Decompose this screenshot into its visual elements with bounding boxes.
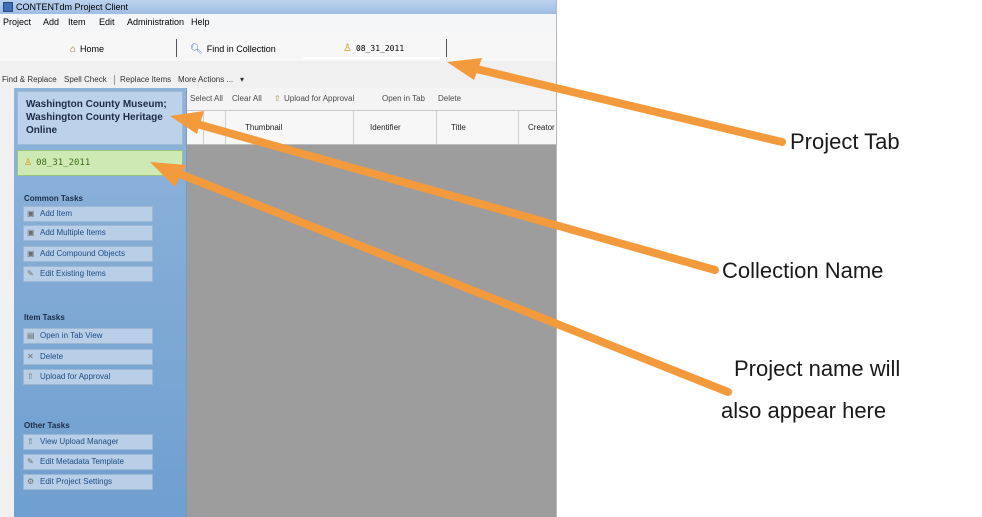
tab-divider (446, 39, 447, 57)
chevron-down-icon: ▾ (240, 75, 245, 84)
add-multiple-items-button[interactable]: ▣ Add Multiple Items (23, 225, 153, 241)
menu-help[interactable]: Help (191, 14, 210, 31)
delete-grid-button[interactable]: Delete (438, 88, 461, 110)
open-in-tab-view-button[interactable]: ▤ Open in Tab View (23, 328, 153, 344)
spell-check-button[interactable]: Spell Check (64, 72, 107, 88)
common-tasks-heading: Common Tasks (24, 194, 83, 203)
menu-add[interactable]: Add (43, 14, 59, 31)
tab-find-in-collection[interactable]: 🔍︎ Find in Collection (190, 39, 276, 59)
replace-items-button[interactable]: Replace Items (120, 72, 171, 88)
menu-project[interactable]: Project (3, 14, 31, 31)
item-tasks-heading: Item Tasks (24, 313, 65, 322)
grid-header: Thumbnail Identifier Title Creator (187, 111, 556, 145)
tab-bar: ⌂ Home 🔍︎ Find in Collection ♙ 08_31_2011 (0, 31, 556, 61)
column-divider (518, 111, 519, 144)
add-item-button[interactable]: ▣ Add Item (23, 206, 153, 222)
edit-existing-items-button[interactable]: ✎ Edit Existing Items (23, 266, 153, 282)
tab-project[interactable]: ♙ 08_31_2011 (343, 39, 404, 59)
contentdm-window: CONTENTdm Project Client Project Add Ite… (0, 0, 557, 517)
project-icon: ♙ (343, 43, 352, 54)
active-tab-indicator (303, 57, 446, 59)
edit-project-settings-button[interactable]: ⚙ Edit Project Settings (23, 474, 153, 490)
collection-name: Washington County Museum; Washington Cou… (17, 91, 183, 145)
column-divider (436, 111, 437, 144)
select-all-button[interactable]: Select All (190, 88, 223, 110)
menu-item[interactable]: Item (68, 14, 86, 31)
tab-home[interactable]: ⌂ Home (70, 39, 104, 59)
delete-button[interactable]: ✕ Delete (23, 349, 153, 365)
other-tasks-heading: Other Tasks (24, 421, 70, 430)
add-compound-objects-button[interactable]: ▣ Add Compound Objects (23, 246, 153, 262)
column-title[interactable]: Title (451, 123, 466, 132)
clear-all-button[interactable]: Clear All (232, 88, 262, 110)
task-sidebar: Washington County Museum; Washington Cou… (14, 88, 187, 517)
project-name-note-line2: also appear here (721, 398, 887, 423)
collection-name-label: Collection Name (722, 258, 884, 283)
add-item-icon: ▣ (27, 209, 35, 218)
column-identifier[interactable]: Identifier (370, 123, 401, 132)
upload-manager-icon: ⇧ (27, 437, 34, 446)
open-in-tab-button[interactable]: Open in Tab (382, 88, 425, 110)
delete-icon: ✕ (27, 352, 34, 361)
project-name-item[interactable]: ♙ 08_31_2011 (17, 150, 183, 176)
view-upload-manager-button[interactable]: ⇧ View Upload Manager (23, 434, 153, 450)
project-name-note-line1: Project name will (734, 356, 901, 381)
column-divider (353, 111, 354, 144)
edit-icon: ✎ (27, 457, 34, 466)
menu-administration[interactable]: Administration (127, 14, 184, 31)
app-icon (3, 2, 13, 12)
find-replace-button[interactable]: Find & Replace (2, 72, 57, 88)
edit-metadata-template-button[interactable]: ✎ Edit Metadata Template (23, 454, 153, 470)
column-divider (203, 111, 204, 144)
project-icon: ♙ (24, 158, 33, 168)
search-icon: 🔍︎ (190, 44, 203, 55)
upload-for-approval-grid-button[interactable]: Upload for Approval (284, 88, 354, 110)
open-tab-icon: ▤ (27, 331, 35, 340)
upload-icon: ⇧ (27, 372, 34, 381)
window-title: CONTENTdm Project Client (16, 2, 129, 12)
settings-icon: ⚙ (27, 477, 35, 486)
tab-divider (176, 39, 177, 57)
home-icon: ⌂ (70, 44, 77, 55)
project-tab-label: Project Tab (790, 129, 900, 154)
item-grid: Select All Clear All ⇧ Upload for Approv… (187, 88, 556, 517)
column-thumbnail[interactable]: Thumbnail (245, 123, 282, 132)
upload-for-approval-button[interactable]: ⇧ Upload for Approval (23, 369, 153, 385)
upload-icon: ⇧ (274, 94, 281, 103)
grid-toolbar: Select All Clear All ⇧ Upload for Approv… (187, 88, 556, 111)
menu-edit[interactable]: Edit (99, 14, 115, 31)
toolbar-divider (114, 75, 115, 85)
add-multiple-icon: ▣ (27, 228, 35, 237)
edit-icon: ✎ (27, 269, 34, 278)
more-actions-button[interactable]: More Actions ... (178, 72, 233, 88)
project-toolbar: Find & Replace Spell Check Replace Items… (0, 72, 556, 88)
title-bar: CONTENTdm Project Client (0, 0, 556, 14)
menu-bar: Project Add Item Edit Administration Hel… (0, 14, 556, 32)
column-creator[interactable]: Creator (528, 123, 555, 132)
add-compound-icon: ▣ (27, 249, 35, 258)
column-divider (225, 111, 226, 144)
